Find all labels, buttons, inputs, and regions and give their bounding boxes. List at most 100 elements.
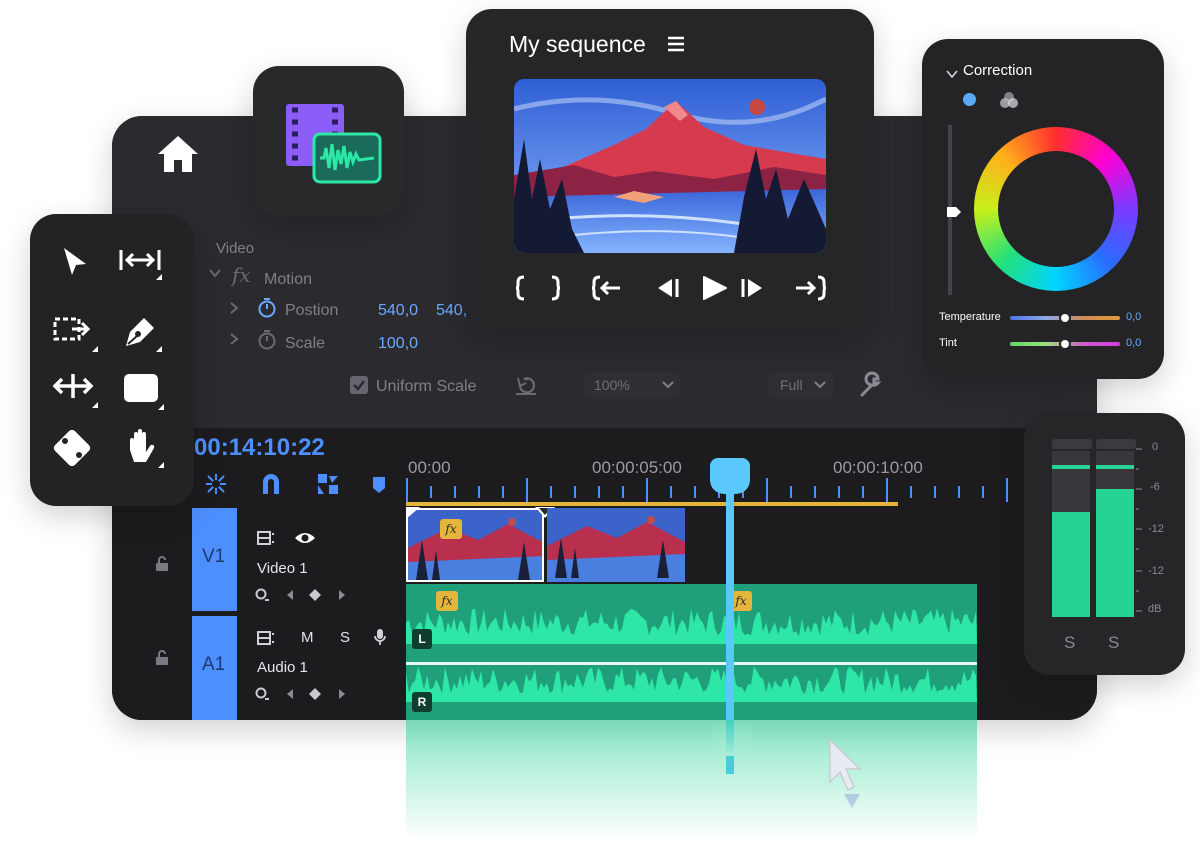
- ruler-tick: [454, 486, 456, 498]
- ruler-tick: [694, 486, 696, 498]
- temperature-label: Temperature: [939, 311, 1001, 323]
- hand-tool-icon[interactable]: [122, 426, 166, 475]
- rectangle-tool-icon[interactable]: [122, 372, 166, 417]
- audio-clip[interactable]: fx fx L R: [406, 584, 977, 720]
- solo-button[interactable]: S: [340, 629, 350, 646]
- ruler-tick: [790, 486, 792, 498]
- chevron-down-icon[interactable]: [946, 66, 958, 84]
- temperature-value[interactable]: 0,0: [1126, 311, 1141, 323]
- media-card[interactable]: [253, 66, 404, 216]
- wrench-icon[interactable]: [858, 371, 884, 404]
- stopwatch-icon[interactable]: [257, 329, 277, 356]
- program-monitor: My sequence: [466, 9, 874, 333]
- step-forward-icon[interactable]: [740, 277, 766, 304]
- track-tag-a1[interactable]: A1: [192, 616, 237, 720]
- audio-level-line[interactable]: [406, 662, 977, 665]
- video-clip-1[interactable]: fx: [406, 508, 544, 582]
- meter-ticks: [1136, 448, 1142, 612]
- mark-in-out-icon[interactable]: [514, 275, 562, 306]
- marker-icon[interactable]: [372, 476, 386, 499]
- tint-slider-handle[interactable]: [1059, 338, 1071, 350]
- track-tag-v1[interactable]: V1: [192, 508, 237, 611]
- slip-tool-icon[interactable]: [52, 370, 100, 415]
- luminance-slider-handle[interactable]: [946, 205, 962, 223]
- work-area-bar[interactable]: [406, 502, 898, 506]
- tint-value[interactable]: 0,0: [1126, 337, 1141, 349]
- home-icon[interactable]: [156, 134, 200, 174]
- playhead-handle[interactable]: [710, 458, 750, 494]
- ruler-tick: [478, 486, 480, 498]
- zoom-dropdown[interactable]: 100%: [584, 372, 680, 398]
- ruler-tick: [1006, 478, 1008, 502]
- magnet-icon[interactable]: [260, 472, 282, 501]
- effects-section-label: Video: [216, 240, 255, 257]
- peak-hold-right: [1096, 465, 1134, 469]
- linked-selection-icon[interactable]: [316, 472, 340, 501]
- filmstrip-icon[interactable]: [256, 630, 276, 651]
- scale-value[interactable]: 100,0: [378, 335, 418, 353]
- play-icon[interactable]: [700, 275, 728, 306]
- razor-tool-icon[interactable]: [50, 426, 94, 475]
- program-preview[interactable]: [514, 79, 826, 253]
- track-select-tool-icon[interactable]: [52, 314, 100, 359]
- peak-indicator-left: [1052, 439, 1092, 449]
- rgb-mode-icon[interactable]: [999, 91, 1019, 114]
- hamburger-menu-icon[interactable]: [667, 36, 685, 57]
- temperature-slider[interactable]: [1010, 312, 1120, 324]
- chevron-down-icon[interactable]: [208, 266, 224, 282]
- solo-right-button[interactable]: S: [1108, 633, 1119, 653]
- snap-icon[interactable]: [204, 472, 228, 501]
- solo-left-button[interactable]: S: [1064, 633, 1075, 653]
- stopwatch-icon[interactable]: [257, 297, 277, 324]
- video-clip-2[interactable]: [547, 508, 685, 582]
- mute-button[interactable]: M: [301, 629, 314, 646]
- audio-reflection: [406, 720, 977, 840]
- keyframe-nav-v1[interactable]: [255, 586, 351, 604]
- clip-thumbnail: [408, 510, 542, 580]
- timecode[interactable]: 00:14:10:22: [194, 434, 325, 462]
- step-back-icon[interactable]: [654, 277, 680, 304]
- go-to-out-icon[interactable]: [794, 275, 827, 306]
- go-to-in-icon[interactable]: [591, 275, 624, 306]
- lock-icon[interactable]: [155, 556, 169, 577]
- ruler-tick: [526, 478, 528, 502]
- pen-tool-icon[interactable]: [120, 312, 164, 359]
- color-wheel[interactable]: [974, 127, 1138, 291]
- keyframe-nav-a1[interactable]: [255, 685, 351, 703]
- ruler-tick: [934, 486, 936, 498]
- ruler-label-2: 00:00:10:00: [833, 458, 923, 477]
- quality-dropdown[interactable]: Full: [768, 372, 834, 398]
- selection-tool-icon[interactable]: [60, 246, 90, 283]
- microphone-icon[interactable]: [373, 628, 387, 651]
- reset-icon[interactable]: [514, 374, 538, 401]
- lock-icon[interactable]: [155, 650, 169, 671]
- chevron-right-icon[interactable]: [228, 332, 240, 351]
- ruler-tick: [910, 486, 912, 498]
- single-color-mode-icon[interactable]: [963, 93, 976, 106]
- ruler-tick: [982, 486, 984, 498]
- fx-badge[interactable]: fx: [440, 519, 462, 539]
- meter-scale-2: -12: [1148, 523, 1164, 535]
- tint-slider[interactable]: [1010, 338, 1120, 350]
- ruler-tick: [886, 478, 888, 502]
- meter-scale-3: -12: [1148, 565, 1164, 577]
- ruler-tick: [646, 478, 648, 502]
- chevron-right-icon[interactable]: [228, 301, 240, 320]
- filmstrip-icon[interactable]: [256, 530, 276, 551]
- ruler-tick: [430, 486, 432, 498]
- peak-indicator-right: [1096, 439, 1136, 449]
- eye-icon[interactable]: [294, 530, 316, 551]
- fx-icon: fx: [232, 263, 251, 287]
- position-x-value[interactable]: 540,0: [378, 302, 418, 320]
- clip-thumbnail: [547, 508, 685, 582]
- position-y-value[interactable]: 540,: [436, 302, 467, 320]
- ruler-tick: [814, 486, 816, 498]
- ruler-tick: [670, 486, 672, 498]
- ripple-edit-tool-icon[interactable]: [118, 246, 164, 291]
- meter-level-right: [1096, 489, 1134, 617]
- waveform-channel-top: [406, 608, 977, 644]
- fx-badge[interactable]: fx: [436, 591, 458, 611]
- temperature-slider-handle[interactable]: [1059, 312, 1071, 324]
- uniform-scale-checkbox[interactable]: [350, 376, 368, 394]
- chevron-down-icon: [814, 381, 826, 389]
